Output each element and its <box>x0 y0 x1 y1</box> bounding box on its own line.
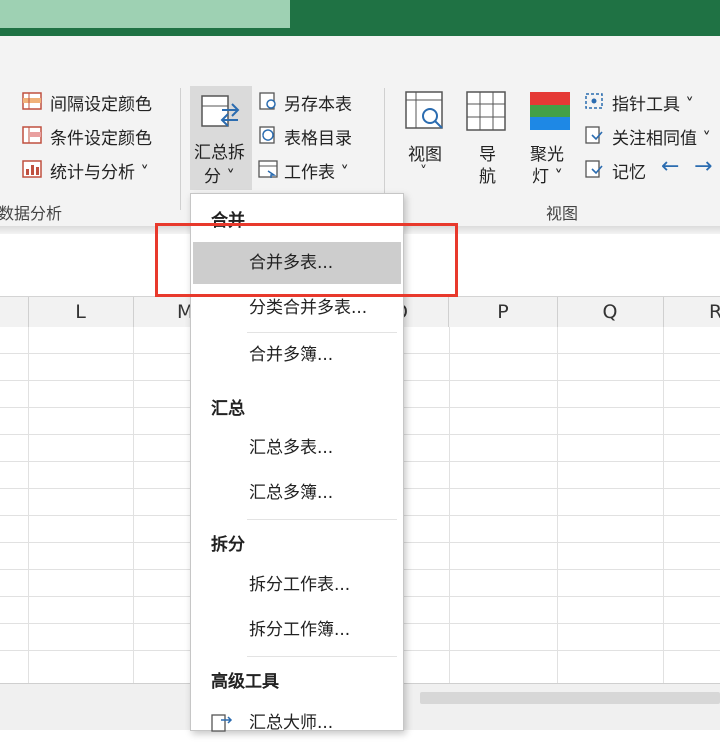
nav-button[interactable]: 导 航 <box>465 90 511 190</box>
worksheet-icon <box>258 160 278 178</box>
summary-split-icon <box>201 95 240 127</box>
same-value-icon <box>585 126 603 144</box>
menu-item-summary-workbooks[interactable]: 汇总多簿... <box>193 472 401 514</box>
arrow-left-icon[interactable]: ← <box>661 154 679 179</box>
menu-item-label: 合并多簿... <box>249 345 334 365</box>
summary-master-icon <box>211 714 233 732</box>
same-value-label: 关注相同值 ˅ <box>612 129 711 149</box>
summary-split-label-2: 分 ˅ <box>204 167 235 187</box>
summary-split-button[interactable]: 汇总拆 分 ˅ <box>190 86 252 190</box>
menu-item-split-workbook[interactable]: 拆分工作簿... <box>193 609 401 651</box>
menu-item-label: 拆分工作表... <box>249 575 351 595</box>
column-header-stub <box>0 297 29 327</box>
group-label-data-analysis: 数据分析 <box>0 204 63 223</box>
table-catalog-label: 表格目录 <box>284 129 352 149</box>
condition-color-label: 条件设定颜色 <box>50 129 152 149</box>
arrow-right-icon[interactable]: → <box>694 154 712 179</box>
menu-item-split-worksheet[interactable]: 拆分工作表... <box>193 564 401 606</box>
horizontal-scrollbar[interactable] <box>420 692 720 704</box>
section-title-advanced: 高级工具 <box>211 672 279 692</box>
view-icon <box>405 91 443 129</box>
interval-color-label: 间隔设定颜色 <box>50 95 152 115</box>
statistics-icon <box>22 160 42 178</box>
menu-item-label: 汇总多簿... <box>249 483 334 503</box>
menu-item-merge-workbooks[interactable]: 合并多簿... <box>193 334 401 376</box>
menu-separator <box>247 519 397 520</box>
column-header-p[interactable]: P <box>449 297 558 327</box>
menu-separator <box>247 332 397 333</box>
column-header-r[interactable]: R <box>663 297 720 327</box>
group-label-view: 视图 <box>546 204 579 223</box>
memory-label: 记忆 <box>612 163 646 183</box>
condition-color-icon <box>22 126 42 144</box>
memory-icon <box>585 160 603 178</box>
section-title-summary: 汇总 <box>211 399 245 419</box>
annotation-highlight-box <box>155 223 458 297</box>
view-chevron: ˅ <box>420 164 427 180</box>
catalog-icon <box>259 126 275 144</box>
spotlight-label-2: 灯 ˅ <box>532 167 563 187</box>
menu-item-label: 拆分工作簿... <box>249 620 351 640</box>
navigation-icon <box>466 91 506 131</box>
statistics-label: 统计与分析 ˅ <box>50 163 149 183</box>
summary-split-label-1: 汇总拆 <box>194 143 245 163</box>
view-button[interactable]: 视图 ˅ <box>402 90 450 190</box>
spotlight-button[interactable]: 聚光 灯 ˅ <box>526 90 574 190</box>
interval-color-icon <box>22 92 42 110</box>
column-header-q[interactable]: Q <box>557 297 664 327</box>
menu-item-label: 汇总大师... <box>249 713 334 733</box>
menu-item-label: 汇总多表... <box>249 438 334 458</box>
menu-item-summary-sheets[interactable]: 汇总多表... <box>193 427 401 469</box>
active-tab-highlight <box>0 0 290 28</box>
menu-separator <box>247 656 397 657</box>
pointer-tool-icon <box>585 93 603 109</box>
save-sheet-label: 另存本表 <box>284 95 352 115</box>
column-header-l[interactable]: L <box>28 297 134 327</box>
ribbon-separator <box>180 88 181 210</box>
save-copy-icon <box>259 92 276 110</box>
pointer-tool-label: 指针工具 ˅ <box>612 95 694 115</box>
spotlight-icon <box>530 92 570 130</box>
view-label: 视图 <box>408 145 442 165</box>
worksheet-label: 工作表 ˅ <box>284 163 349 183</box>
menu-item-summary-master[interactable]: 汇总大师... <box>193 702 401 744</box>
nav-label-2: 航 <box>479 167 496 187</box>
title-bar <box>0 0 720 36</box>
section-title-split: 拆分 <box>211 535 245 555</box>
ribbon-separator <box>384 88 385 210</box>
